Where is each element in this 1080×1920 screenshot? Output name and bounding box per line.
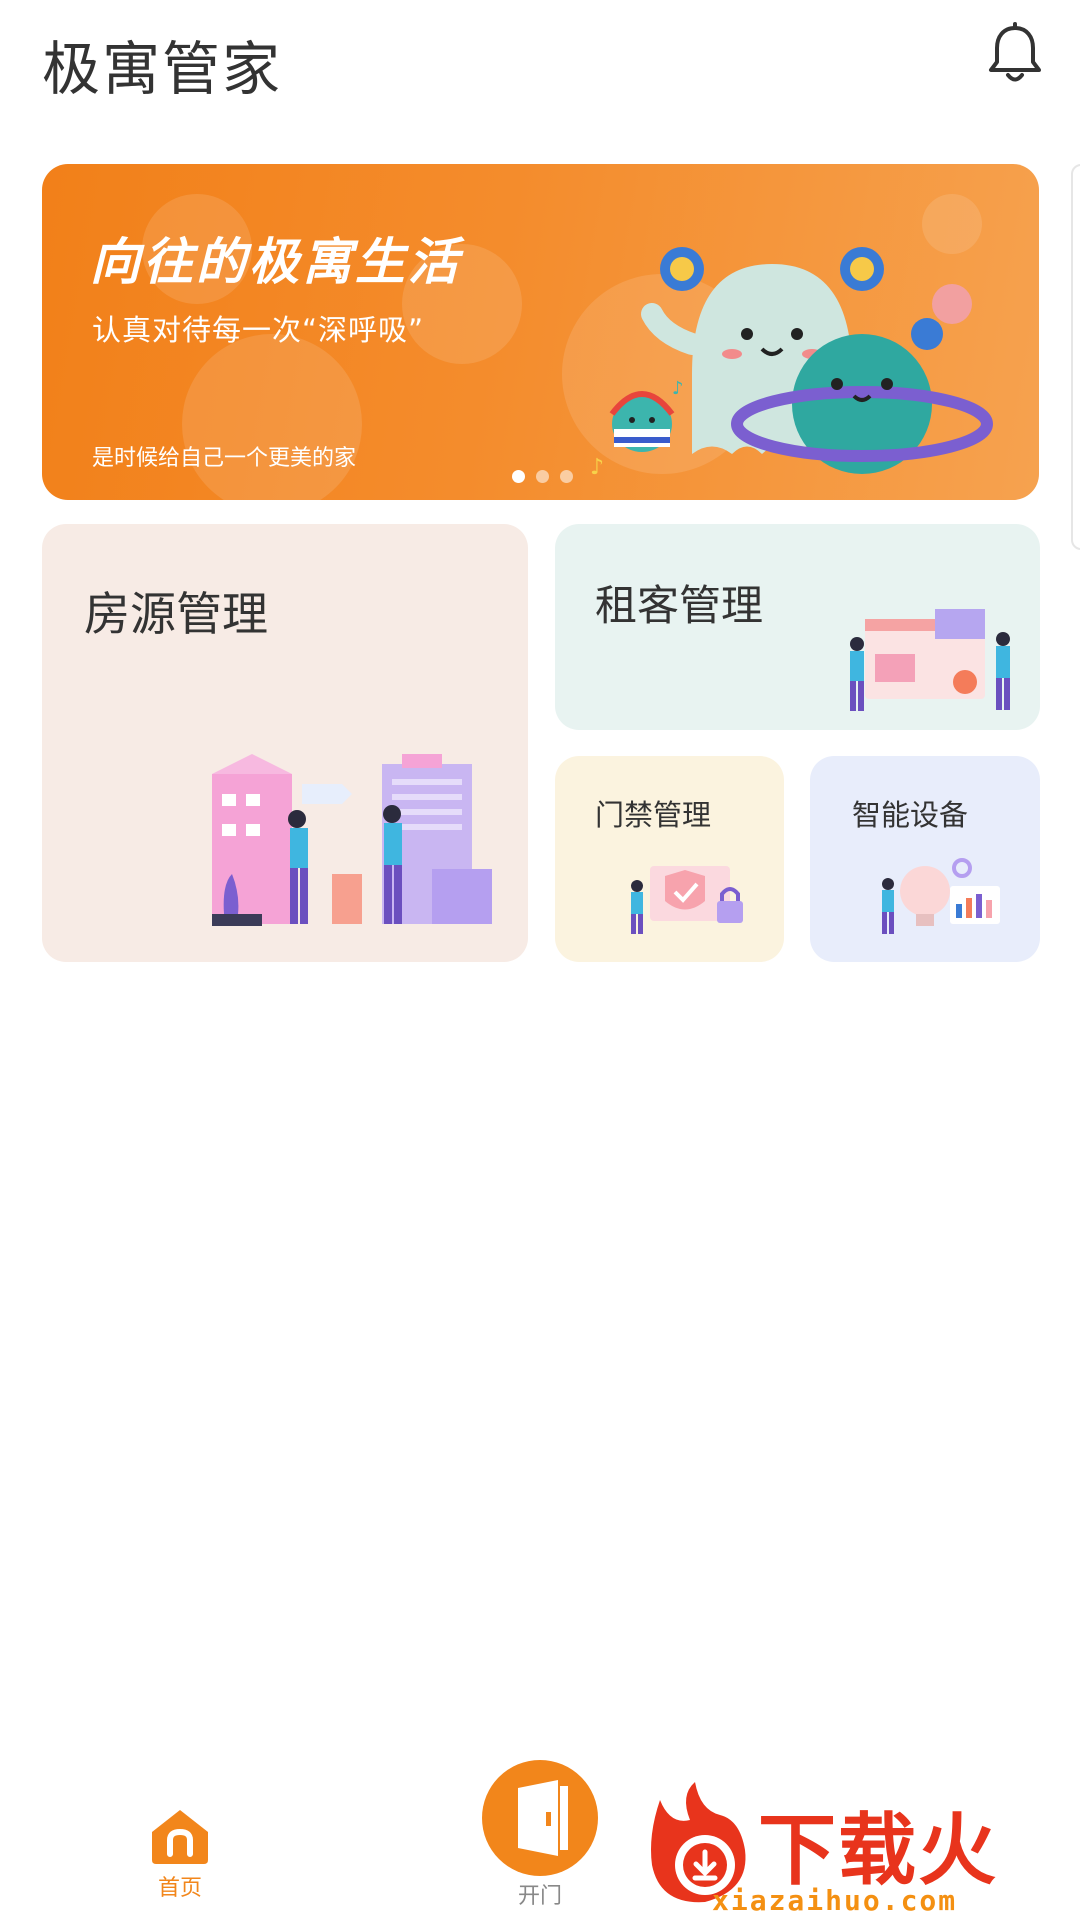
banner-subtitle: 认真对待每一次“深呼吸” [92,313,425,347]
carousel-dot[interactable] [560,470,573,483]
open-door-button[interactable] [482,1760,598,1876]
app-header: 极寓管家 [0,0,1080,130]
tab-home[interactable]: 首页 [130,1808,230,1902]
smart-bulb-illustration [882,858,1000,934]
svg-text:♪: ♪ [590,455,604,480]
tab-home-label: 首页 [157,1876,202,1901]
security-shield-illustration [631,866,743,934]
smart-device-label: 智能设备 [852,798,969,832]
door-access-card[interactable]: 门禁管理 [555,756,784,962]
home-icon [152,1810,208,1864]
buildings-illustration [212,754,492,926]
watermark-logo: 下载火 xiazaihuo.com [640,1780,1080,1920]
door-access-label: 门禁管理 [595,798,712,832]
door-icon [518,1780,568,1856]
banner-title: 向往的极寓生活 [90,233,461,291]
property-management-label: 房源管理 [84,587,268,641]
carousel-dot[interactable] [536,470,549,483]
banner-mascot-illustration: ♪ ♪ [590,247,993,480]
next-banner-peek [1071,164,1080,550]
app-title: 极寓管家 [42,35,283,103]
smart-device-card[interactable]: 智能设备 [810,756,1040,962]
banner-bubble [182,334,362,500]
property-management-card[interactable]: 房源管理 [42,524,528,962]
carousel-dots [512,470,573,483]
promo-banner[interactable]: 向往的极寓生活 认真对待每一次“深呼吸” 是时候给自己一个更美的家 ♪ ♪ [42,164,1039,500]
svg-text:♪: ♪ [672,378,684,399]
tenant-management-label: 租客管理 [595,581,764,630]
banner-note: 是时候给自己一个更美的家 [92,446,357,471]
tab-open-door[interactable]: 开门 [480,1760,600,1910]
bell-icon[interactable] [985,22,1045,88]
tenant-illustration [850,609,1010,711]
watermark-site: xiazaihuo.com [712,1884,958,1917]
carousel-dot[interactable] [512,470,525,483]
tenant-management-card[interactable]: 租客管理 [555,524,1040,730]
tab-open-label: 开门 [517,1884,562,1909]
